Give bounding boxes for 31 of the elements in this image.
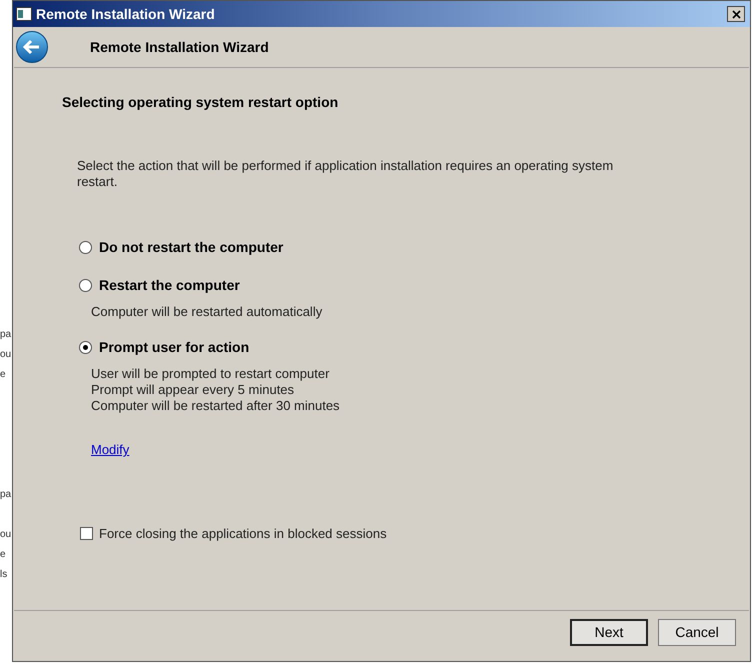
- checkbox[interactable]: [80, 526, 93, 540]
- option-detail: Computer will be restarted automatically: [91, 304, 324, 320]
- background-text: pa: [0, 329, 12, 341]
- background-text: ou: [0, 529, 12, 541]
- option-detail: User will be prompted to restart computer: [91, 366, 330, 382]
- wizard-title: Remote Installation Wizard: [90, 38, 269, 56]
- page-heading: Selecting operating system restart option: [62, 93, 340, 112]
- background-text: e: [0, 369, 6, 381]
- background-text: pa: [0, 489, 12, 501]
- radio-button[interactable]: [79, 279, 92, 292]
- dialog-button[interactable]: Next: [570, 619, 648, 646]
- close-icon: [732, 10, 740, 18]
- option-label[interactable]: Restart the computer: [99, 275, 240, 296]
- close-button[interactable]: [727, 6, 745, 22]
- description-text: Select the action that will be performed if application installation requires an operating system restart.: [77, 158, 614, 190]
- option-detail: Prompt will appear every 5 minutes: [91, 382, 296, 398]
- window-icon: [16, 6, 32, 22]
- back-arrow-icon: [23, 39, 41, 55]
- background-text: ou: [0, 349, 12, 361]
- background-text: e: [0, 549, 6, 561]
- option-label[interactable]: Prompt user for action: [99, 337, 250, 358]
- checkbox-label[interactable]: Force closing the applications in blocked sessions: [99, 524, 387, 543]
- window-title: Remote Installation Wizard: [36, 4, 216, 24]
- radio-button[interactable]: [79, 341, 92, 354]
- option-detail: Computer will be restarted after 30 minutes: [91, 398, 341, 414]
- background-text: ls: [0, 569, 8, 581]
- option-label[interactable]: Do not restart the computer: [99, 237, 284, 258]
- dialog-button[interactable]: Cancel: [658, 619, 736, 646]
- radio-button[interactable]: [79, 241, 92, 254]
- back-button[interactable]: [16, 31, 48, 63]
- modify-link[interactable]: Modify: [91, 440, 130, 460]
